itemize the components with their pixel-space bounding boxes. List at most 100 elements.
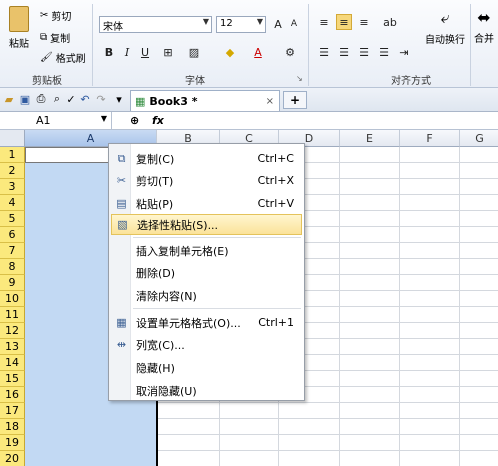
row-header-4[interactable]: 4 (0, 195, 25, 211)
column-header-e[interactable]: E (340, 130, 400, 147)
name-box[interactable]: A1 ▼ (0, 112, 112, 130)
menu-item-11[interactable]: 取消隐藏(U) (111, 380, 302, 401)
decrease-font-icon[interactable]: A (286, 16, 302, 32)
row-header-6[interactable]: 6 (0, 227, 25, 243)
column-header-g[interactable]: G (460, 130, 498, 147)
function-icon[interactable]: fx (152, 114, 164, 127)
font-settings-icon[interactable]: ⚙ (282, 44, 298, 60)
row-header-5[interactable]: 5 (0, 211, 25, 227)
select-all-corner[interactable] (0, 130, 25, 147)
underline-button[interactable]: U (137, 44, 153, 60)
save-icon[interactable]: ▣ (18, 92, 32, 106)
print-icon[interactable]: ⎙ (34, 92, 48, 106)
menu-item-1[interactable]: ⧉ 复制(C) Ctrl+C (111, 148, 302, 169)
row-header-18[interactable]: 18 (0, 419, 25, 435)
close-icon[interactable]: × (266, 96, 274, 107)
menu-item-5[interactable]: 插入复制单元格(E) (111, 240, 302, 261)
menu-item-2[interactable]: ✂ 剪切(T) Ctrl+X (111, 170, 302, 191)
gridline (339, 147, 340, 466)
customize-icon[interactable]: ▾ (112, 92, 126, 106)
new-tab-button[interactable]: + (283, 91, 307, 109)
format-painter-button[interactable]: 🖌 格式刷 (40, 50, 86, 65)
format-cells-icon: ▦ (116, 316, 127, 329)
cut-button[interactable]: ✂ 剪切 (40, 8, 71, 23)
row-header-9[interactable]: 9 (0, 275, 25, 291)
menu-item-6[interactable]: 删除(D) (111, 262, 302, 283)
justify-icon[interactable]: ☰ (376, 44, 392, 60)
undo-icon[interactable]: ↶ (78, 92, 92, 106)
row-header-15[interactable]: 15 (0, 371, 25, 387)
menu-item-10[interactable]: 隐藏(H) (111, 357, 302, 378)
spellcheck-icon[interactable]: ✓ (64, 92, 78, 106)
dialog-launcher-icon[interactable]: ↘ (296, 74, 303, 83)
wrap-text-button[interactable]: ⤶ 自动换行 (425, 8, 465, 46)
align-right-icon[interactable]: ☰ (356, 44, 372, 60)
borders-icon[interactable]: ⊞ (160, 44, 176, 60)
merge-icon: ⬌ (477, 8, 491, 27)
column-header-f[interactable]: F (400, 130, 460, 147)
row-header-14[interactable]: 14 (0, 355, 25, 371)
scissors-icon: ✂ (40, 10, 49, 21)
redo-icon[interactable]: ↷ (94, 92, 108, 106)
align-top-icon[interactable]: ≡ (316, 14, 332, 30)
copy-button[interactable]: ⧉ 复制 (40, 30, 70, 45)
font-color-icon[interactable]: A (250, 44, 266, 60)
row-header-20[interactable]: 20 (0, 451, 25, 466)
tab-book3[interactable]: ▦ Book3 * × (130, 90, 280, 111)
zoom-lookup-icon[interactable]: ⊕ (130, 114, 139, 127)
folder-icon[interactable]: ▰ (2, 92, 16, 106)
row-header-8[interactable]: 8 (0, 259, 25, 275)
clipboard-group-label: 剪贴板 (32, 76, 62, 87)
menu-item-shortcut: Ctrl+1 (258, 316, 294, 329)
align-middle-icon[interactable]: ≡ (336, 14, 352, 30)
align-left-icon[interactable]: ☰ (316, 44, 332, 60)
row-header-2[interactable]: 2 (0, 163, 25, 179)
menu-item-3[interactable]: ▤ 粘贴(P) Ctrl+V (111, 193, 302, 214)
menu-item-label: 清除内容(N) (136, 289, 197, 303)
align-bottom-icon[interactable]: ≡ (356, 14, 372, 30)
cut-icon: ✂ (116, 174, 127, 187)
row-header-11[interactable]: 11 (0, 307, 25, 323)
copy-icon: ⧉ (40, 32, 48, 43)
cut-label: 剪切 (51, 12, 72, 23)
increase-font-icon[interactable]: A (270, 16, 286, 32)
row-header-3[interactable]: 3 (0, 179, 25, 195)
align-group-label: 对齐方式 (391, 76, 431, 87)
row-header-12[interactable]: 12 (0, 323, 25, 339)
copy-label: 复制 (50, 34, 71, 45)
font-name-value: 宋体 (103, 22, 123, 33)
row-header-10[interactable]: 10 (0, 291, 25, 307)
font-size-value: 12 (220, 18, 233, 29)
orientation-icon[interactable]: ab (382, 14, 398, 30)
paste-button[interactable]: 粘贴 (4, 6, 34, 50)
menu-item-label: 剪切(T) (136, 174, 174, 188)
row-header-1[interactable]: 1 (0, 147, 25, 163)
row-header-17[interactable]: 17 (0, 403, 25, 419)
align-center-icon[interactable]: ☰ (336, 44, 352, 60)
fill-style-icon[interactable]: ▨ (186, 44, 202, 60)
menu-item-9[interactable]: ⇹ 列宽(C)... (111, 334, 302, 355)
print-preview-icon[interactable]: ⌕ (50, 92, 64, 106)
menu-item-label: 隐藏(H) (136, 361, 175, 375)
font-size-select[interactable]: 12 ▼ (216, 16, 266, 33)
row-header-7[interactable]: 7 (0, 243, 25, 259)
row-header-19[interactable]: 19 (0, 435, 25, 451)
row-header-13[interactable]: 13 (0, 339, 25, 355)
divider (470, 4, 471, 86)
font-name-select[interactable]: 宋体 ▼ (99, 16, 212, 33)
menu-item-8[interactable]: ▦ 设置单元格格式(O)... Ctrl+1 (111, 312, 302, 333)
wrap-text-label: 自动换行 (425, 35, 465, 46)
row-header-16[interactable]: 16 (0, 387, 25, 403)
bold-button[interactable]: B (101, 44, 117, 60)
italic-button[interactable]: I (119, 44, 135, 60)
fill-color-icon[interactable]: ◆ (222, 44, 238, 60)
menu-item-label: 列宽(C)... (136, 338, 185, 352)
context-menu: ⧉ 复制(C) Ctrl+C ✂ 剪切(T) Ctrl+X ▤ 粘贴(P) Ctrl+V ▧ 选择性… (108, 143, 305, 401)
formula-bar: A1 ▼ ⊕ fx (0, 112, 498, 130)
indent-icon[interactable]: ⇥ (396, 44, 412, 60)
menu-separator (133, 237, 301, 238)
merge-button[interactable]: ⬌ 合并 (474, 8, 494, 45)
menu-item-7[interactable]: 清除内容(N) (111, 285, 302, 306)
menu-item-4[interactable]: ▧ 选择性粘贴(S)... (111, 214, 302, 235)
cell-reference: A1 (36, 114, 51, 127)
